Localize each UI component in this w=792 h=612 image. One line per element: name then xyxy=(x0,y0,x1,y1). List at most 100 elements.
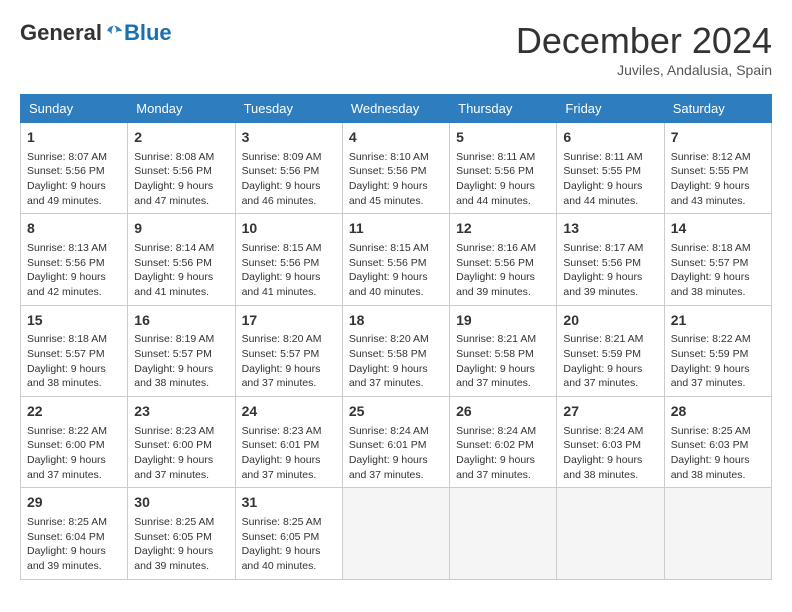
day-number: 9 xyxy=(134,219,228,239)
calendar-table: SundayMondayTuesdayWednesdayThursdayFrid… xyxy=(20,94,772,580)
logo-general-text: General xyxy=(20,20,102,46)
logo-bird-icon xyxy=(104,23,124,43)
day-number: 31 xyxy=(242,493,336,513)
day-info: Sunrise: 8:08 AM Sunset: 5:56 PM Dayligh… xyxy=(134,150,228,209)
day-cell xyxy=(664,488,771,579)
day-number: 29 xyxy=(27,493,121,513)
day-cell: 2Sunrise: 8:08 AM Sunset: 5:56 PM Daylig… xyxy=(128,123,235,214)
page-header: General Blue December 2024 Juviles, Anda… xyxy=(20,20,772,78)
day-cell: 5Sunrise: 8:11 AM Sunset: 5:56 PM Daylig… xyxy=(450,123,557,214)
week-row-5: 29Sunrise: 8:25 AM Sunset: 6:04 PM Dayli… xyxy=(21,488,772,579)
day-info: Sunrise: 8:18 AM Sunset: 5:57 PM Dayligh… xyxy=(671,241,765,300)
day-info: Sunrise: 8:15 AM Sunset: 5:56 PM Dayligh… xyxy=(349,241,443,300)
day-number: 28 xyxy=(671,402,765,422)
day-number: 19 xyxy=(456,311,550,331)
day-info: Sunrise: 8:22 AM Sunset: 6:00 PM Dayligh… xyxy=(27,424,121,483)
day-info: Sunrise: 8:23 AM Sunset: 6:00 PM Dayligh… xyxy=(134,424,228,483)
day-cell: 14Sunrise: 8:18 AM Sunset: 5:57 PM Dayli… xyxy=(664,214,771,305)
day-cell: 13Sunrise: 8:17 AM Sunset: 5:56 PM Dayli… xyxy=(557,214,664,305)
day-number: 15 xyxy=(27,311,121,331)
day-cell: 27Sunrise: 8:24 AM Sunset: 6:03 PM Dayli… xyxy=(557,397,664,488)
day-number: 3 xyxy=(242,128,336,148)
day-cell: 25Sunrise: 8:24 AM Sunset: 6:01 PM Dayli… xyxy=(342,397,449,488)
day-header-saturday: Saturday xyxy=(664,95,771,123)
day-cell: 24Sunrise: 8:23 AM Sunset: 6:01 PM Dayli… xyxy=(235,397,342,488)
day-cell: 20Sunrise: 8:21 AM Sunset: 5:59 PM Dayli… xyxy=(557,305,664,396)
week-row-2: 8Sunrise: 8:13 AM Sunset: 5:56 PM Daylig… xyxy=(21,214,772,305)
day-info: Sunrise: 8:11 AM Sunset: 5:56 PM Dayligh… xyxy=(456,150,550,209)
day-info: Sunrise: 8:18 AM Sunset: 5:57 PM Dayligh… xyxy=(27,332,121,391)
day-info: Sunrise: 8:25 AM Sunset: 6:03 PM Dayligh… xyxy=(671,424,765,483)
week-row-3: 15Sunrise: 8:18 AM Sunset: 5:57 PM Dayli… xyxy=(21,305,772,396)
day-number: 4 xyxy=(349,128,443,148)
day-number: 6 xyxy=(563,128,657,148)
day-info: Sunrise: 8:22 AM Sunset: 5:59 PM Dayligh… xyxy=(671,332,765,391)
calendar-header-row: SundayMondayTuesdayWednesdayThursdayFrid… xyxy=(21,95,772,123)
day-cell: 30Sunrise: 8:25 AM Sunset: 6:05 PM Dayli… xyxy=(128,488,235,579)
day-info: Sunrise: 8:07 AM Sunset: 5:56 PM Dayligh… xyxy=(27,150,121,209)
day-info: Sunrise: 8:09 AM Sunset: 5:56 PM Dayligh… xyxy=(242,150,336,209)
day-cell: 8Sunrise: 8:13 AM Sunset: 5:56 PM Daylig… xyxy=(21,214,128,305)
day-info: Sunrise: 8:20 AM Sunset: 5:58 PM Dayligh… xyxy=(349,332,443,391)
day-cell: 29Sunrise: 8:25 AM Sunset: 6:04 PM Dayli… xyxy=(21,488,128,579)
day-number: 20 xyxy=(563,311,657,331)
day-info: Sunrise: 8:24 AM Sunset: 6:02 PM Dayligh… xyxy=(456,424,550,483)
day-cell: 3Sunrise: 8:09 AM Sunset: 5:56 PM Daylig… xyxy=(235,123,342,214)
day-cell: 6Sunrise: 8:11 AM Sunset: 5:55 PM Daylig… xyxy=(557,123,664,214)
day-number: 14 xyxy=(671,219,765,239)
day-number: 27 xyxy=(563,402,657,422)
day-info: Sunrise: 8:23 AM Sunset: 6:01 PM Dayligh… xyxy=(242,424,336,483)
day-header-friday: Friday xyxy=(557,95,664,123)
day-cell: 9Sunrise: 8:14 AM Sunset: 5:56 PM Daylig… xyxy=(128,214,235,305)
day-info: Sunrise: 8:24 AM Sunset: 6:03 PM Dayligh… xyxy=(563,424,657,483)
day-cell: 10Sunrise: 8:15 AM Sunset: 5:56 PM Dayli… xyxy=(235,214,342,305)
day-number: 13 xyxy=(563,219,657,239)
day-number: 24 xyxy=(242,402,336,422)
day-number: 23 xyxy=(134,402,228,422)
day-cell xyxy=(342,488,449,579)
day-number: 21 xyxy=(671,311,765,331)
month-title: December 2024 xyxy=(516,20,772,62)
day-cell: 12Sunrise: 8:16 AM Sunset: 5:56 PM Dayli… xyxy=(450,214,557,305)
day-cell: 19Sunrise: 8:21 AM Sunset: 5:58 PM Dayli… xyxy=(450,305,557,396)
day-number: 16 xyxy=(134,311,228,331)
day-info: Sunrise: 8:16 AM Sunset: 5:56 PM Dayligh… xyxy=(456,241,550,300)
day-info: Sunrise: 8:10 AM Sunset: 5:56 PM Dayligh… xyxy=(349,150,443,209)
logo-blue-text: Blue xyxy=(124,20,172,46)
day-cell: 4Sunrise: 8:10 AM Sunset: 5:56 PM Daylig… xyxy=(342,123,449,214)
day-info: Sunrise: 8:25 AM Sunset: 6:05 PM Dayligh… xyxy=(242,515,336,574)
day-cell: 28Sunrise: 8:25 AM Sunset: 6:03 PM Dayli… xyxy=(664,397,771,488)
day-number: 12 xyxy=(456,219,550,239)
logo: General Blue xyxy=(20,20,172,46)
day-info: Sunrise: 8:11 AM Sunset: 5:55 PM Dayligh… xyxy=(563,150,657,209)
day-header-tuesday: Tuesday xyxy=(235,95,342,123)
day-number: 5 xyxy=(456,128,550,148)
day-cell: 21Sunrise: 8:22 AM Sunset: 5:59 PM Dayli… xyxy=(664,305,771,396)
day-number: 1 xyxy=(27,128,121,148)
day-cell: 22Sunrise: 8:22 AM Sunset: 6:00 PM Dayli… xyxy=(21,397,128,488)
day-cell xyxy=(450,488,557,579)
day-cell: 16Sunrise: 8:19 AM Sunset: 5:57 PM Dayli… xyxy=(128,305,235,396)
day-cell: 18Sunrise: 8:20 AM Sunset: 5:58 PM Dayli… xyxy=(342,305,449,396)
week-row-4: 22Sunrise: 8:22 AM Sunset: 6:00 PM Dayli… xyxy=(21,397,772,488)
day-cell: 31Sunrise: 8:25 AM Sunset: 6:05 PM Dayli… xyxy=(235,488,342,579)
day-info: Sunrise: 8:21 AM Sunset: 5:59 PM Dayligh… xyxy=(563,332,657,391)
day-number: 17 xyxy=(242,311,336,331)
day-cell: 15Sunrise: 8:18 AM Sunset: 5:57 PM Dayli… xyxy=(21,305,128,396)
day-number: 8 xyxy=(27,219,121,239)
day-number: 26 xyxy=(456,402,550,422)
day-number: 30 xyxy=(134,493,228,513)
day-info: Sunrise: 8:25 AM Sunset: 6:04 PM Dayligh… xyxy=(27,515,121,574)
day-number: 18 xyxy=(349,311,443,331)
day-cell: 7Sunrise: 8:12 AM Sunset: 5:55 PM Daylig… xyxy=(664,123,771,214)
title-block: December 2024 Juviles, Andalusia, Spain xyxy=(516,20,772,78)
day-cell: 26Sunrise: 8:24 AM Sunset: 6:02 PM Dayli… xyxy=(450,397,557,488)
day-number: 10 xyxy=(242,219,336,239)
day-info: Sunrise: 8:15 AM Sunset: 5:56 PM Dayligh… xyxy=(242,241,336,300)
day-number: 2 xyxy=(134,128,228,148)
day-info: Sunrise: 8:21 AM Sunset: 5:58 PM Dayligh… xyxy=(456,332,550,391)
day-cell: 23Sunrise: 8:23 AM Sunset: 6:00 PM Dayli… xyxy=(128,397,235,488)
day-header-sunday: Sunday xyxy=(21,95,128,123)
day-cell xyxy=(557,488,664,579)
location: Juviles, Andalusia, Spain xyxy=(516,62,772,78)
